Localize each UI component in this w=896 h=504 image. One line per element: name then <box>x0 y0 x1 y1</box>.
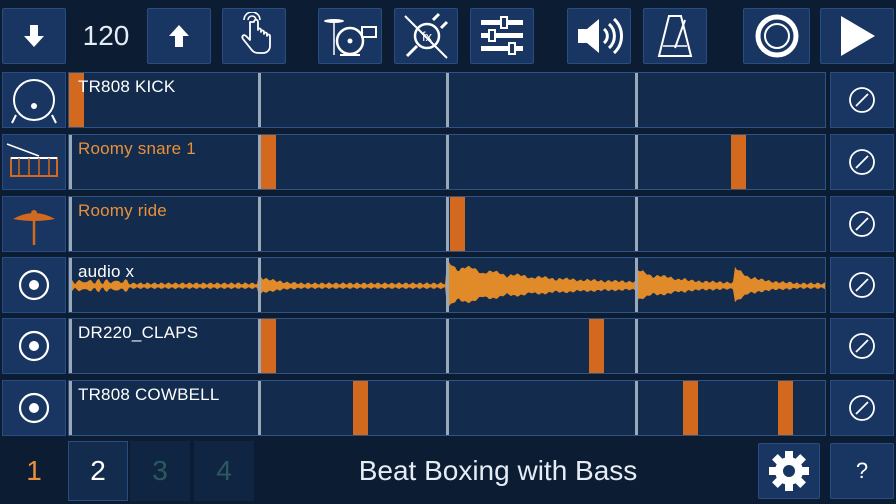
beat-marker <box>446 381 449 435</box>
tempo-display[interactable]: 120 <box>72 8 140 64</box>
record-button[interactable] <box>743 8 810 64</box>
speaker-icon <box>578 17 624 55</box>
step-hit[interactable] <box>589 319 604 373</box>
drum-kit-button[interactable] <box>318 8 382 64</box>
record-icon <box>755 14 798 58</box>
step-hit[interactable] <box>450 197 465 251</box>
beat-marker <box>258 73 261 127</box>
track-mute-button-1[interactable] <box>830 72 894 128</box>
track-lane-4[interactable]: audio x <box>68 257 826 313</box>
hand-tap-icon <box>241 12 271 54</box>
fx-button[interactable]: fx <box>394 8 458 64</box>
tap-tempo-button[interactable] <box>222 8 286 64</box>
step-hit[interactable] <box>778 381 793 435</box>
page-button-3[interactable]: 3 <box>130 441 190 501</box>
track-icon-button-5[interactable] <box>2 318 66 374</box>
mute-slash-icon <box>849 333 875 359</box>
track-mute-button-6[interactable] <box>830 380 894 436</box>
track-icon-button-4[interactable] <box>2 257 66 313</box>
step-hit[interactable] <box>261 319 276 373</box>
settings-button[interactable] <box>758 443 820 499</box>
song-title: Beat Boxing with Bass <box>358 455 638 486</box>
mixer-sliders-icon <box>481 16 523 55</box>
beat-marker <box>635 319 638 373</box>
step-hit[interactable] <box>261 135 276 189</box>
beat-marker <box>258 258 261 312</box>
track-lane-6[interactable]: TR808 COWBELL <box>68 380 826 436</box>
track-lane-3[interactable]: Roomy ride <box>68 196 826 252</box>
track-lane-2[interactable]: Roomy snare 1 <box>68 134 826 190</box>
fx-plug-icon: fx <box>404 12 449 59</box>
track-icon-button-2[interactable] <box>2 134 66 190</box>
step-hit[interactable] <box>353 381 368 435</box>
mute-slash-icon <box>849 149 875 175</box>
beat-marker <box>69 135 72 189</box>
metronome-button[interactable] <box>643 8 707 64</box>
beat-marker <box>69 381 72 435</box>
beat-marker <box>69 319 72 373</box>
track-icon-button-3[interactable] <box>2 196 66 252</box>
audio-track-icon <box>18 392 50 424</box>
beat-marker <box>258 381 261 435</box>
track-mute-button-3[interactable] <box>830 196 894 252</box>
beat-marker <box>258 197 261 251</box>
beat-marker <box>69 197 72 251</box>
step-hit[interactable] <box>683 381 698 435</box>
beat-marker <box>69 258 72 312</box>
track-label: TR808 KICK <box>78 77 176 96</box>
beat-marker <box>635 135 638 189</box>
mute-slash-icon <box>849 211 875 237</box>
gear-icon <box>769 451 809 491</box>
beat-marker <box>446 197 449 251</box>
play-icon <box>841 16 875 56</box>
track-icon-button-6[interactable] <box>2 380 66 436</box>
beat-marker <box>446 319 449 373</box>
mute-slash-icon <box>849 272 875 298</box>
cymbal-icon <box>13 210 55 245</box>
beat-marker <box>635 381 638 435</box>
mute-slash-icon <box>849 87 875 113</box>
beat-marker <box>635 73 638 127</box>
track-lane-5[interactable]: DR220_CLAPS <box>68 318 826 374</box>
track-lane-1[interactable]: TR808 KICK <box>68 72 826 128</box>
mute-slash-icon <box>849 395 875 421</box>
track-mute-button-5[interactable] <box>830 318 894 374</box>
track-mute-button-2[interactable] <box>830 134 894 190</box>
track-mute-button-4[interactable] <box>830 257 894 313</box>
drum-kit-icon <box>324 19 377 56</box>
track-label: DR220_CLAPS <box>78 323 199 342</box>
tempo-down-button[interactable] <box>2 8 66 64</box>
beat-marker <box>446 73 449 127</box>
volume-button[interactable] <box>567 8 631 64</box>
beat-marker <box>635 197 638 251</box>
play-button[interactable] <box>820 8 894 64</box>
page-button-4[interactable]: 4 <box>194 441 254 501</box>
beat-marker <box>635 258 638 312</box>
step-hit[interactable] <box>731 135 746 189</box>
audio-track-icon <box>18 269 50 301</box>
track-label: TR808 COWBELL <box>78 385 220 404</box>
page-button-1[interactable]: 1 <box>4 441 64 501</box>
kick-drum-icon <box>11 79 57 124</box>
beat-marker <box>446 135 449 189</box>
track-label: Roomy ride <box>78 201 167 220</box>
tempo-up-button[interactable] <box>147 8 211 64</box>
track-label: audio x <box>78 262 135 281</box>
track-icon-button-1[interactable] <box>2 72 66 128</box>
arrow-up-icon <box>169 25 189 47</box>
beat-marker <box>446 258 449 312</box>
audio-track-icon <box>18 330 50 362</box>
page-button-2[interactable]: 2 <box>68 441 128 501</box>
track-label: Roomy snare 1 <box>78 139 196 158</box>
snare-drum-icon <box>6 143 58 177</box>
arrow-down-icon <box>24 25 44 47</box>
mixer-button[interactable] <box>470 8 534 64</box>
help-button[interactable]: ? <box>830 443 894 499</box>
metronome-icon <box>657 15 693 57</box>
